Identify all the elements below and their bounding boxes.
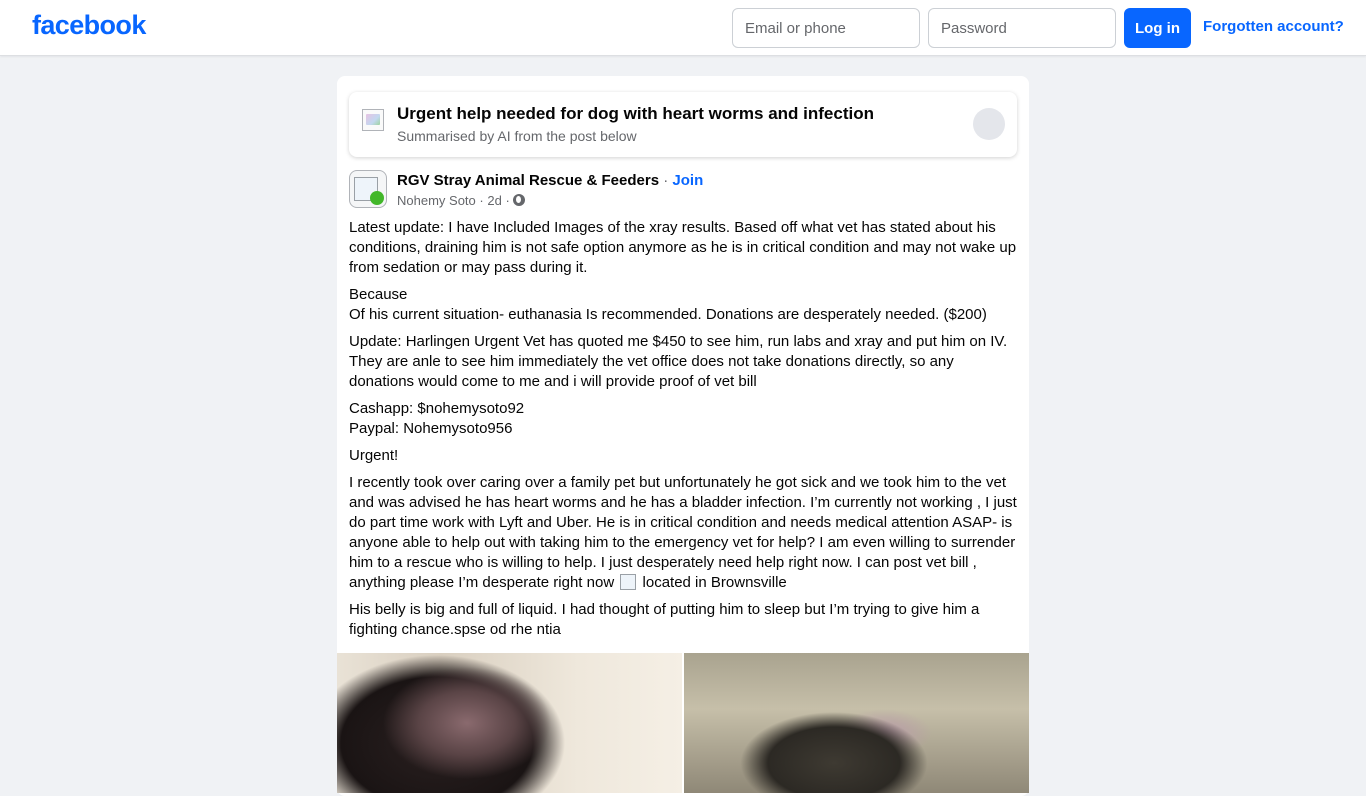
globe-icon (513, 194, 526, 206)
separator: · (663, 172, 669, 189)
post-text: located in Brownsville (642, 574, 787, 591)
dog-photo[interactable] (337, 653, 682, 793)
post-paragraph: Latest update: I have Included Images of… (349, 219, 1017, 276)
summary-image-icon (362, 109, 384, 131)
post-time[interactable]: 2d (487, 193, 501, 208)
top-bar: facebook Log in Forgotten account? (0, 0, 1366, 56)
post-photos (337, 653, 1029, 793)
post-paragraph: Urgent! (349, 447, 399, 464)
summary-title: Urgent help needed for dog with heart wo… (397, 104, 874, 123)
meta-separator: · (479, 193, 484, 208)
ai-summary-box[interactable]: Urgent help needed for dog with heart wo… (349, 92, 1017, 157)
summary-action-button[interactable] (973, 108, 1005, 140)
post-meta: Nohemy Soto · 2d · (397, 193, 526, 208)
password-input[interactable] (928, 8, 1116, 48)
forgotten-account-link[interactable]: Forgotten account? (1203, 18, 1344, 35)
facebook-logo[interactable]: facebook (32, 10, 146, 41)
login-button[interactable]: Log in (1124, 8, 1191, 48)
join-link[interactable]: Join (672, 172, 703, 189)
post-body: Latest update: I have Included Images of… (349, 218, 1019, 647)
post-paragraph-long: I recently took over caring over a famil… (349, 473, 1019, 593)
group-avatar[interactable] (349, 170, 387, 208)
post-paragraph: Cashapp: $nohemysoto92 Paypal: Nohemysot… (349, 400, 525, 437)
email-input[interactable] (732, 8, 920, 48)
summary-subtitle: Summarised by AI from the post below (397, 128, 637, 144)
group-name-link[interactable]: RGV Stray Animal Rescue & Feeders (397, 172, 659, 189)
author-name[interactable]: Nohemy Soto (397, 193, 476, 208)
emoji-image-icon (620, 574, 637, 590)
post-header: RGV Stray Animal Rescue & Feeders · Join (397, 172, 703, 189)
post-paragraph: Update: Harlingen Urgent Vet has quoted … (349, 333, 1008, 390)
post-paragraph: His belly is big and full of liquid. I h… (349, 601, 980, 638)
meta-separator: · (505, 193, 510, 208)
post-paragraph: Because Of his current situation- euthan… (349, 286, 987, 323)
post-card: Urgent help needed for dog with heart wo… (337, 76, 1029, 796)
dog-photo[interactable] (684, 653, 1029, 793)
